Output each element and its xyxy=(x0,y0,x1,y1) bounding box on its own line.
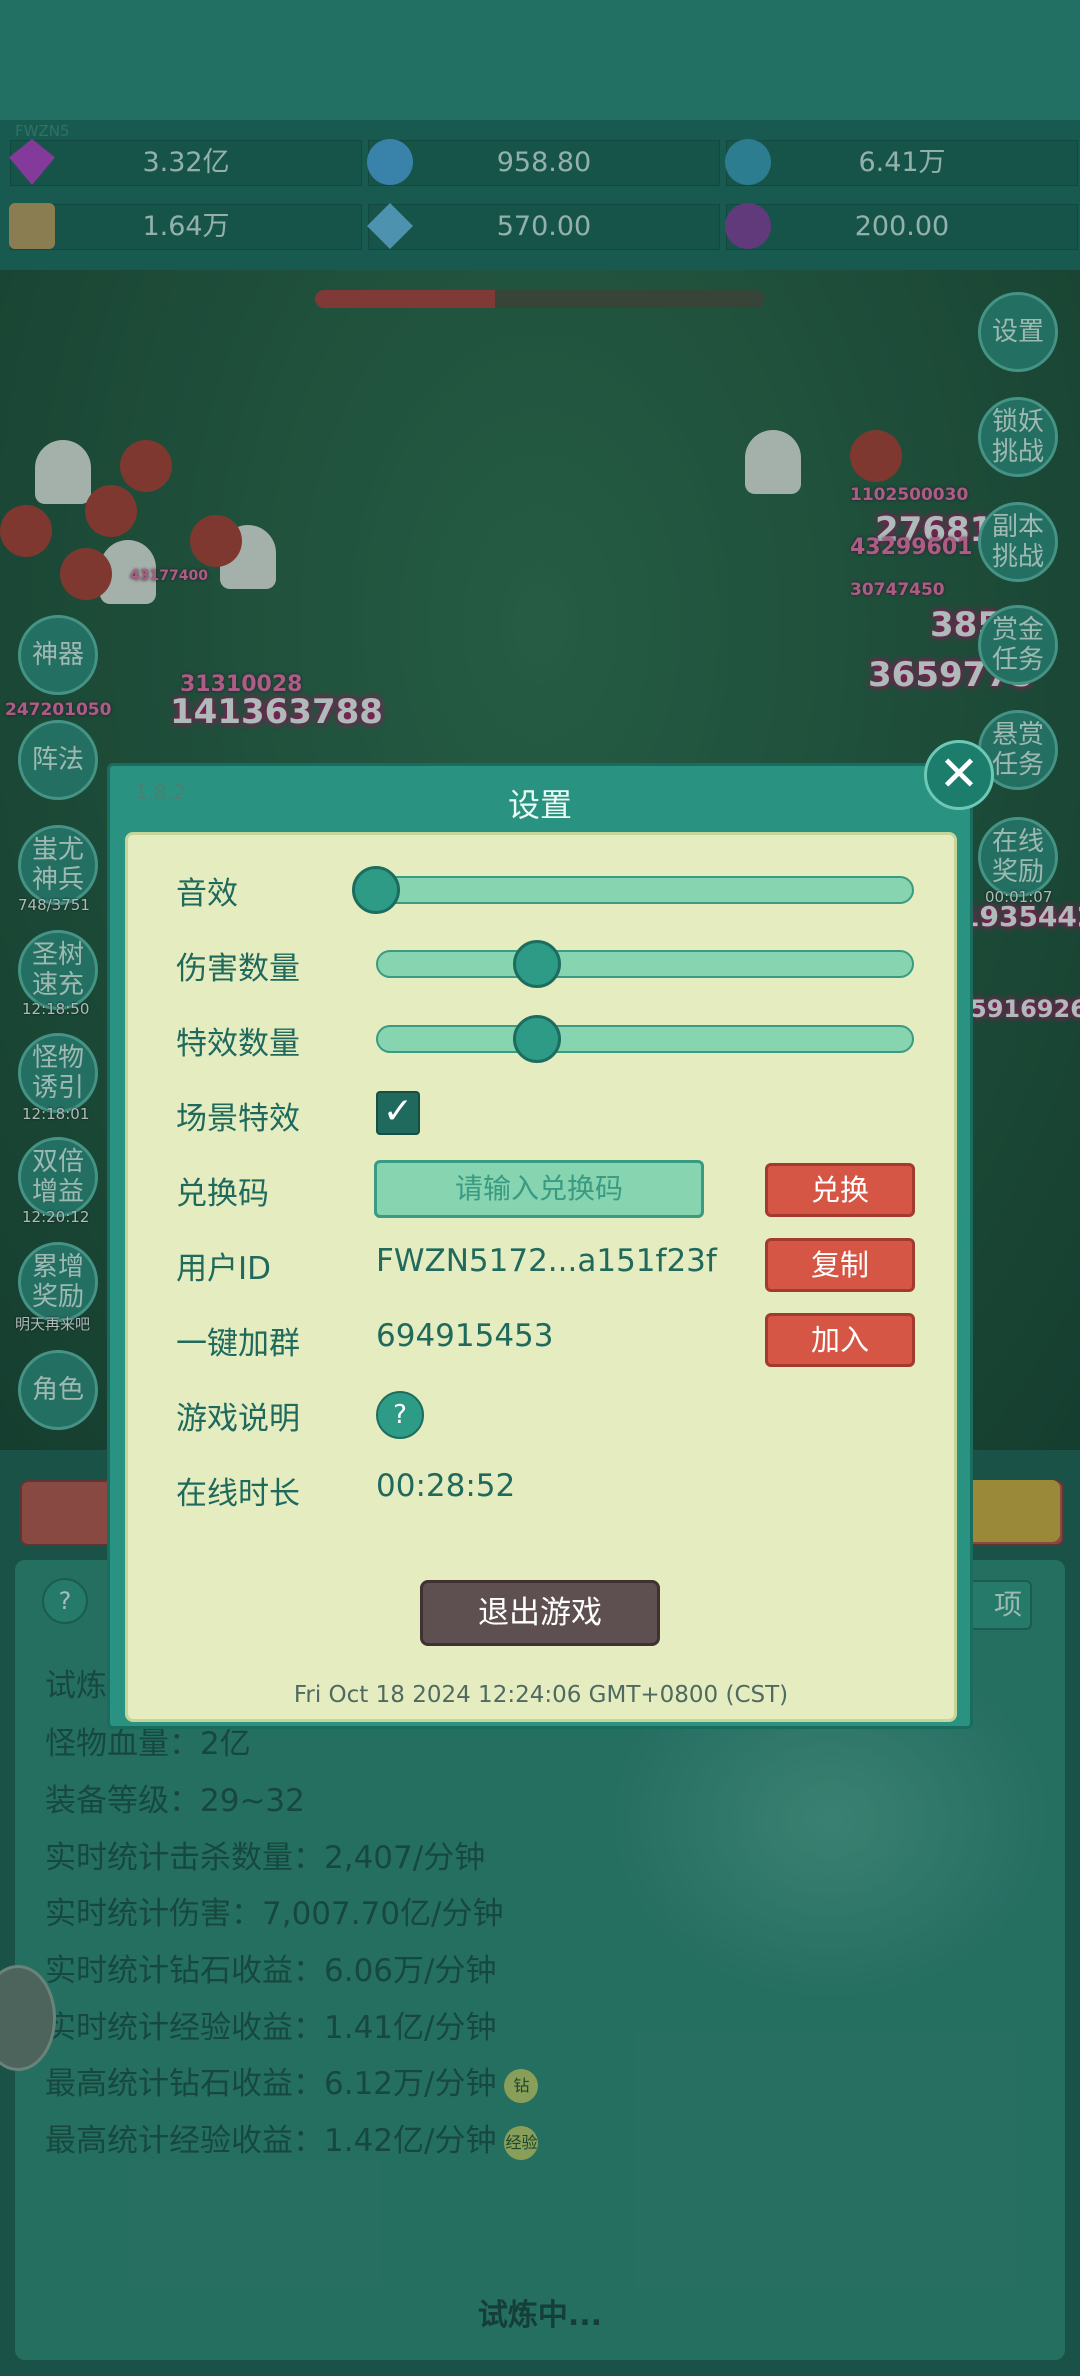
effect-count-label: 特效数量 xyxy=(176,1026,300,1062)
exit-game-button[interactable]: 退出游戏 xyxy=(420,1580,660,1646)
timestamp: Fri Oct 18 2024 12:24:06 GMT+0800 (CST) xyxy=(293,1682,789,1708)
help-icon[interactable]: ? xyxy=(376,1391,424,1439)
sound-slider[interactable] xyxy=(376,876,914,904)
user-id-value: FWZN5172...a151f23f xyxy=(376,1243,717,1279)
group-number: 694915453 xyxy=(376,1318,554,1354)
online-time-value: 00:28:52 xyxy=(376,1468,516,1504)
online-time-label: 在线时长 xyxy=(176,1476,300,1512)
game-guide-label: 游戏说明 xyxy=(176,1401,300,1437)
user-id-label: 用户ID xyxy=(176,1251,272,1287)
copy-button[interactable]: 复制 xyxy=(765,1238,915,1292)
scene-effect-checkbox[interactable]: ✓ xyxy=(376,1091,420,1135)
damage-count-slider[interactable] xyxy=(376,950,914,978)
redeem-button[interactable]: 兑换 xyxy=(765,1163,915,1217)
effect-count-slider[interactable] xyxy=(376,1025,914,1053)
scene-effect-label: 场景特效 xyxy=(176,1101,300,1137)
join-button[interactable]: 加入 xyxy=(765,1313,915,1367)
join-group-label: 一键加群 xyxy=(176,1326,300,1362)
sound-slider-handle[interactable] xyxy=(352,866,400,914)
redeem-code-input[interactable]: 请输入兑换码 xyxy=(374,1160,704,1218)
redeem-code-label: 兑换码 xyxy=(176,1176,269,1212)
damage-count-label: 伤害数量 xyxy=(176,951,300,987)
dialog-title: 设置 xyxy=(507,786,572,824)
close-icon[interactable]: ✕ xyxy=(924,740,994,810)
sound-label: 音效 xyxy=(176,876,238,912)
